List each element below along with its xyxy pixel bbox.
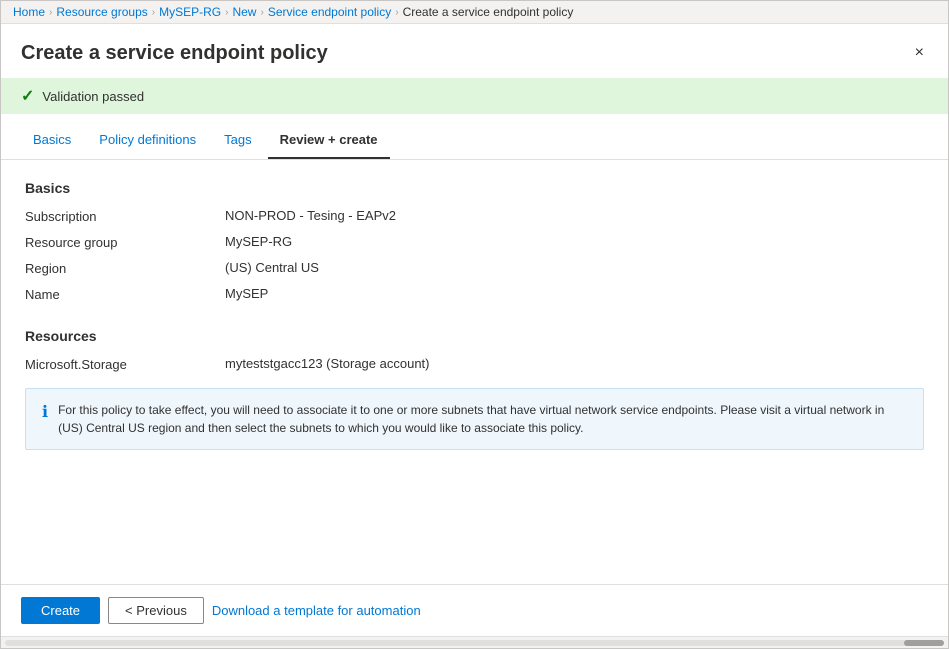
info-box: ℹ For this policy to take effect, you wi… bbox=[25, 388, 924, 450]
validation-banner: ✓ Validation passed bbox=[1, 78, 948, 114]
footer: Create < Previous Download a template fo… bbox=[1, 584, 948, 636]
field-label-resource-group: Resource group bbox=[25, 234, 225, 250]
breadcrumb: Home › Resource groups › MySEP-RG › New … bbox=[1, 1, 948, 24]
tabs-container: Basics Policy definitions Tags Review + … bbox=[1, 122, 948, 160]
field-label-microsoft-storage: Microsoft.Storage bbox=[25, 356, 225, 372]
breadcrumb-sep-2: › bbox=[152, 7, 155, 18]
scrollbar-area bbox=[1, 636, 948, 648]
field-label-subscription: Subscription bbox=[25, 208, 225, 224]
close-button[interactable]: × bbox=[911, 40, 928, 66]
modal-title: Create a service endpoint policy bbox=[21, 42, 328, 65]
breadcrumb-mysep-rg[interactable]: MySEP-RG bbox=[159, 5, 221, 19]
tab-basics[interactable]: Basics bbox=[21, 122, 83, 159]
scrollbar-thumb[interactable] bbox=[904, 640, 944, 646]
field-name: Name MySEP bbox=[25, 286, 924, 302]
breadcrumb-current: Create a service endpoint policy bbox=[403, 5, 574, 19]
scrollbar-track[interactable] bbox=[5, 640, 944, 646]
modal-header: Create a service endpoint policy × bbox=[1, 24, 948, 78]
breadcrumb-sep-1: › bbox=[49, 7, 52, 18]
validation-text: Validation passed bbox=[42, 89, 144, 104]
field-value-microsoft-storage: myteststgacc123 (Storage account) bbox=[225, 356, 430, 371]
breadcrumb-sep-3: › bbox=[225, 7, 228, 18]
breadcrumb-new[interactable]: New bbox=[232, 5, 256, 19]
breadcrumb-home[interactable]: Home bbox=[13, 5, 45, 19]
field-label-region: Region bbox=[25, 260, 225, 276]
content-area: Basics Subscription NON-PROD - Tesing - … bbox=[1, 160, 948, 584]
tab-tags[interactable]: Tags bbox=[212, 122, 263, 159]
tab-policy-definitions[interactable]: Policy definitions bbox=[87, 122, 208, 159]
tab-review-create[interactable]: Review + create bbox=[268, 122, 390, 159]
resources-section-title: Resources bbox=[25, 328, 924, 344]
field-value-region: (US) Central US bbox=[225, 260, 319, 275]
breadcrumb-sep-5: › bbox=[395, 7, 398, 18]
info-icon: ℹ bbox=[42, 402, 48, 437]
breadcrumb-service-endpoint-policy[interactable]: Service endpoint policy bbox=[268, 5, 391, 19]
field-microsoft-storage: Microsoft.Storage myteststgacc123 (Stora… bbox=[25, 356, 924, 372]
breadcrumb-resource-groups[interactable]: Resource groups bbox=[56, 5, 147, 19]
create-button[interactable]: Create bbox=[21, 597, 100, 624]
field-subscription: Subscription NON-PROD - Tesing - EAPv2 bbox=[25, 208, 924, 224]
field-value-resource-group: MySEP-RG bbox=[225, 234, 292, 249]
field-label-name: Name bbox=[25, 286, 225, 302]
field-value-subscription: NON-PROD - Tesing - EAPv2 bbox=[225, 208, 396, 223]
breadcrumb-sep-4: › bbox=[260, 7, 263, 18]
info-text: For this policy to take effect, you will… bbox=[58, 401, 907, 437]
check-icon: ✓ bbox=[21, 86, 34, 106]
field-value-name: MySEP bbox=[225, 286, 268, 301]
field-region: Region (US) Central US bbox=[25, 260, 924, 276]
download-template-button[interactable]: Download a template for automation bbox=[212, 603, 421, 618]
previous-button[interactable]: < Previous bbox=[108, 597, 204, 624]
basics-section-title: Basics bbox=[25, 180, 924, 196]
field-resource-group: Resource group MySEP-RG bbox=[25, 234, 924, 250]
